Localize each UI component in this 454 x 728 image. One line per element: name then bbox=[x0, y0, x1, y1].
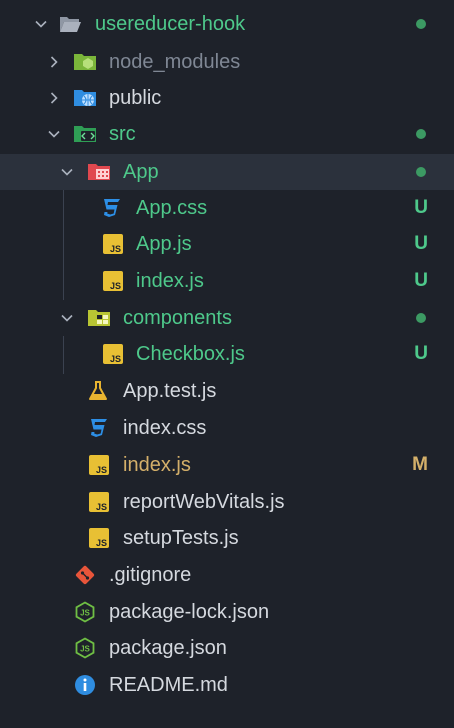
file-explorer-tree: usereducer-hook node_modules public src bbox=[0, 0, 454, 728]
tree-item-public[interactable]: public bbox=[0, 80, 454, 116]
tree-item-package-json[interactable]: JS package.json bbox=[0, 630, 454, 666]
tree-item-label: README.md bbox=[109, 674, 228, 696]
tree-item-label: setupTests.js bbox=[123, 527, 239, 549]
tree-item-label: index.js bbox=[136, 270, 204, 292]
tree-item-readme[interactable]: README.md bbox=[0, 667, 454, 703]
tree-item-label: reportWebVitals.js bbox=[123, 491, 285, 513]
git-status-badge: M bbox=[412, 454, 428, 475]
js-icon: JS bbox=[87, 526, 111, 550]
tree-item-label: index.css bbox=[123, 417, 207, 439]
git-changes-dot bbox=[416, 167, 426, 177]
tree-item-label: public bbox=[109, 87, 162, 109]
git-changes-dot bbox=[416, 129, 426, 139]
chevron-down-icon bbox=[47, 127, 61, 141]
tree-item-app-test-js[interactable]: App.test.js bbox=[0, 373, 454, 409]
test-flask-icon bbox=[86, 379, 110, 403]
tree-item-index-css[interactable]: index.css bbox=[0, 410, 454, 446]
public-folder-icon bbox=[73, 86, 97, 110]
js-icon: JS bbox=[101, 232, 125, 256]
components-folder-icon bbox=[87, 306, 111, 330]
tree-item-label: App.js bbox=[136, 233, 192, 255]
js-icon: JS bbox=[101, 342, 125, 366]
tree-item-checkbox-js[interactable]: JS Checkbox.js U bbox=[0, 336, 454, 372]
tree-item-label: node_modules bbox=[109, 51, 241, 73]
chevron-right-icon bbox=[47, 91, 61, 105]
tree-item-app-folder[interactable]: App bbox=[0, 154, 454, 190]
chevron-right-icon bbox=[47, 55, 61, 69]
git-status-badge: U bbox=[414, 270, 428, 291]
tree-item-label: usereducer-hook bbox=[95, 13, 246, 35]
app-folder-icon bbox=[87, 160, 111, 184]
tree-item-app-css[interactable]: App.css U bbox=[0, 190, 454, 226]
src-folder-icon bbox=[73, 122, 97, 146]
tree-item-report-web-vitals[interactable]: JS reportWebVitals.js bbox=[0, 484, 454, 520]
tree-item-label: App.css bbox=[136, 197, 208, 219]
js-icon: JS bbox=[87, 453, 111, 477]
chevron-down-icon bbox=[60, 311, 74, 325]
info-icon bbox=[73, 673, 97, 697]
svg-text:JS: JS bbox=[80, 645, 90, 654]
tree-item-label: App bbox=[123, 161, 159, 183]
node-json-icon: JS bbox=[73, 636, 97, 660]
tree-item-index-js[interactable]: JS index.js M bbox=[0, 447, 454, 483]
node-folder-icon bbox=[73, 50, 97, 74]
tree-item-app-index-js[interactable]: JS index.js U bbox=[0, 263, 454, 299]
chevron-down-icon bbox=[60, 165, 74, 179]
css-icon bbox=[87, 416, 111, 440]
node-json-icon: JS bbox=[73, 600, 97, 624]
js-icon: JS bbox=[87, 490, 111, 514]
tree-item-label: .gitignore bbox=[109, 564, 192, 586]
tree-item-gitignore[interactable]: .gitignore bbox=[0, 557, 454, 593]
tree-item-node-modules[interactable]: node_modules bbox=[0, 44, 454, 80]
chevron-down-icon bbox=[34, 17, 48, 31]
js-icon: JS bbox=[101, 269, 125, 293]
tree-item-label: Checkbox.js bbox=[136, 343, 245, 365]
git-status-badge: U bbox=[414, 233, 428, 254]
tree-item-label: package.json bbox=[109, 637, 227, 659]
tree-item-label: package-lock.json bbox=[109, 601, 270, 623]
tree-item-src[interactable]: src bbox=[0, 116, 454, 152]
git-changes-dot bbox=[416, 313, 426, 323]
tree-item-setup-tests[interactable]: JS setupTests.js bbox=[0, 520, 454, 556]
tree-item-package-lock-json[interactable]: JS package-lock.json bbox=[0, 594, 454, 630]
tree-item-label: index.js bbox=[123, 454, 191, 476]
git-icon bbox=[73, 563, 97, 587]
css-icon bbox=[100, 196, 124, 220]
git-status-badge: U bbox=[414, 343, 428, 364]
tree-item-usereducer-hook[interactable]: usereducer-hook bbox=[0, 6, 454, 42]
tree-item-label: components bbox=[123, 307, 232, 329]
tree-item-label: App.test.js bbox=[123, 380, 217, 402]
git-changes-dot bbox=[416, 19, 426, 29]
tree-item-components[interactable]: components bbox=[0, 300, 454, 336]
folder-open-icon bbox=[58, 12, 82, 36]
git-status-badge: U bbox=[414, 197, 428, 218]
tree-item-label: src bbox=[109, 123, 136, 145]
svg-text:JS: JS bbox=[80, 609, 90, 618]
tree-item-app-js[interactable]: JS App.js U bbox=[0, 226, 454, 262]
